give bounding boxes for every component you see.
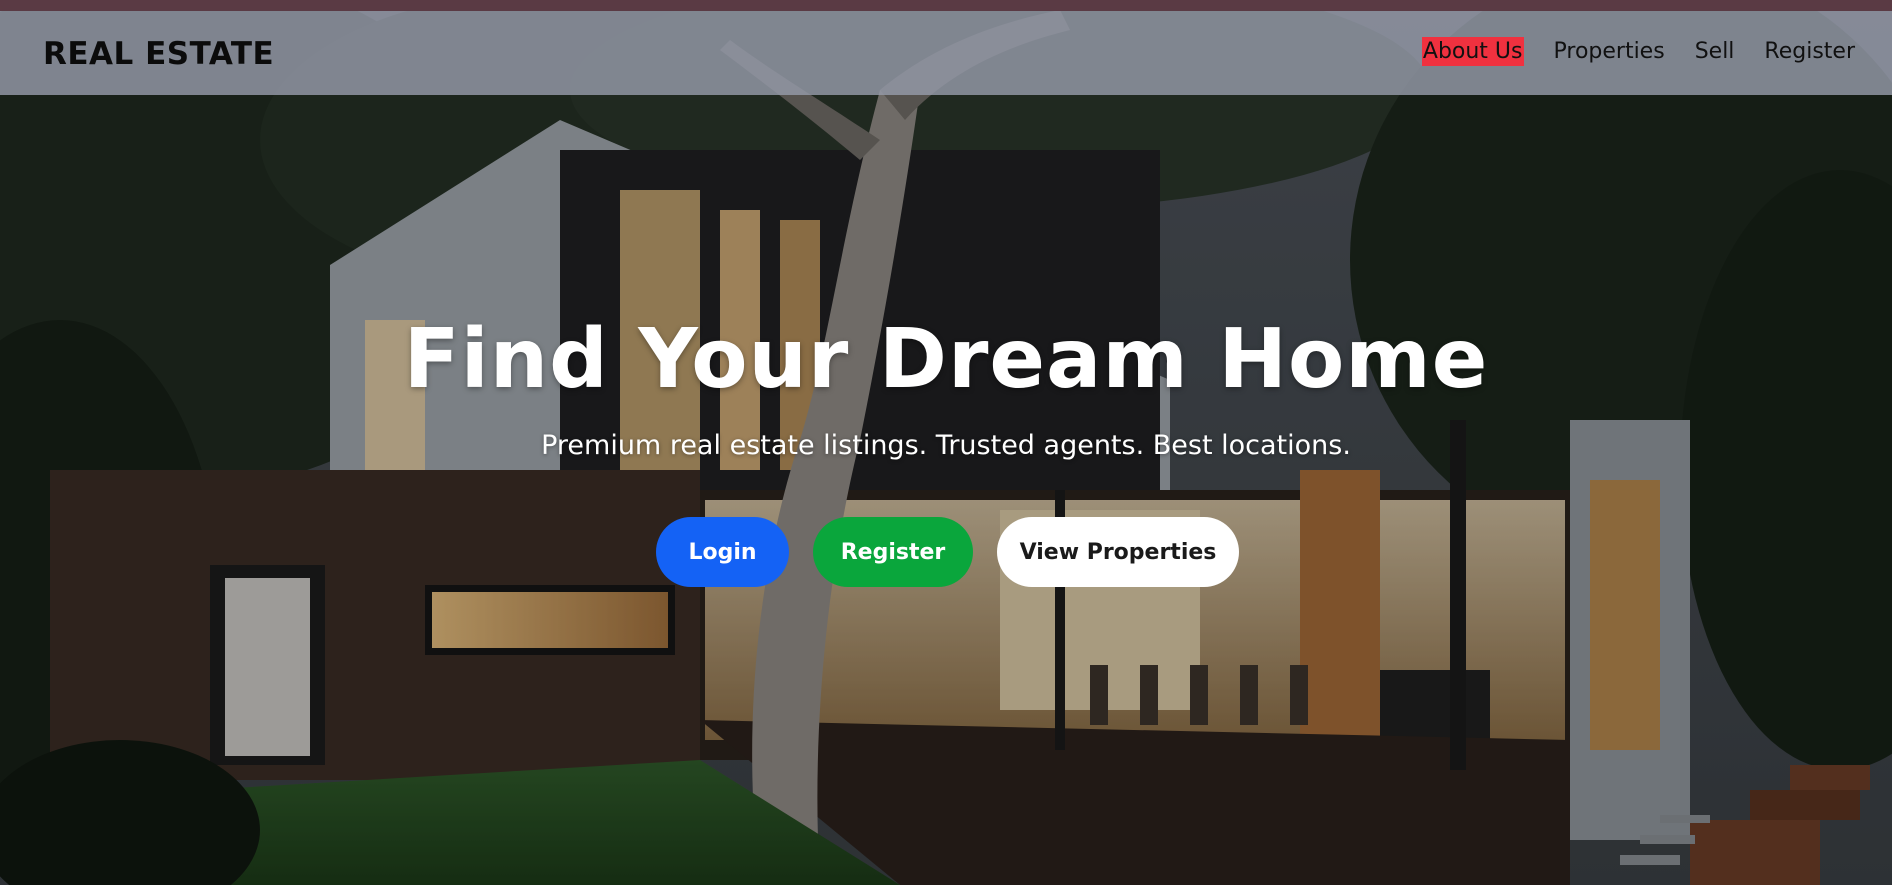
register-button[interactable]: Register [813, 517, 973, 587]
hero-subtitle: Premium real estate listings. Trusted ag… [541, 430, 1351, 461]
nav-link-sell[interactable]: Sell [1695, 37, 1735, 66]
brand-logo[interactable]: REAL ESTATE [43, 36, 274, 72]
nav-link-about-us[interactable]: About Us [1421, 37, 1524, 66]
nav-link-register[interactable]: Register [1764, 37, 1855, 66]
view-properties-button[interactable]: View Properties [997, 517, 1239, 587]
top-navbar: REAL ESTATE About Us Properties Sell Reg… [0, 11, 1892, 95]
top-accent-bar [0, 0, 1892, 11]
hero-buttons: Login Register View Properties [656, 517, 1239, 587]
hero-title: Find Your Dream Home [403, 312, 1489, 407]
login-button[interactable]: Login [656, 517, 789, 587]
nav-links: About Us Properties Sell Register [1392, 37, 1855, 66]
nav-link-properties[interactable]: Properties [1554, 37, 1665, 66]
